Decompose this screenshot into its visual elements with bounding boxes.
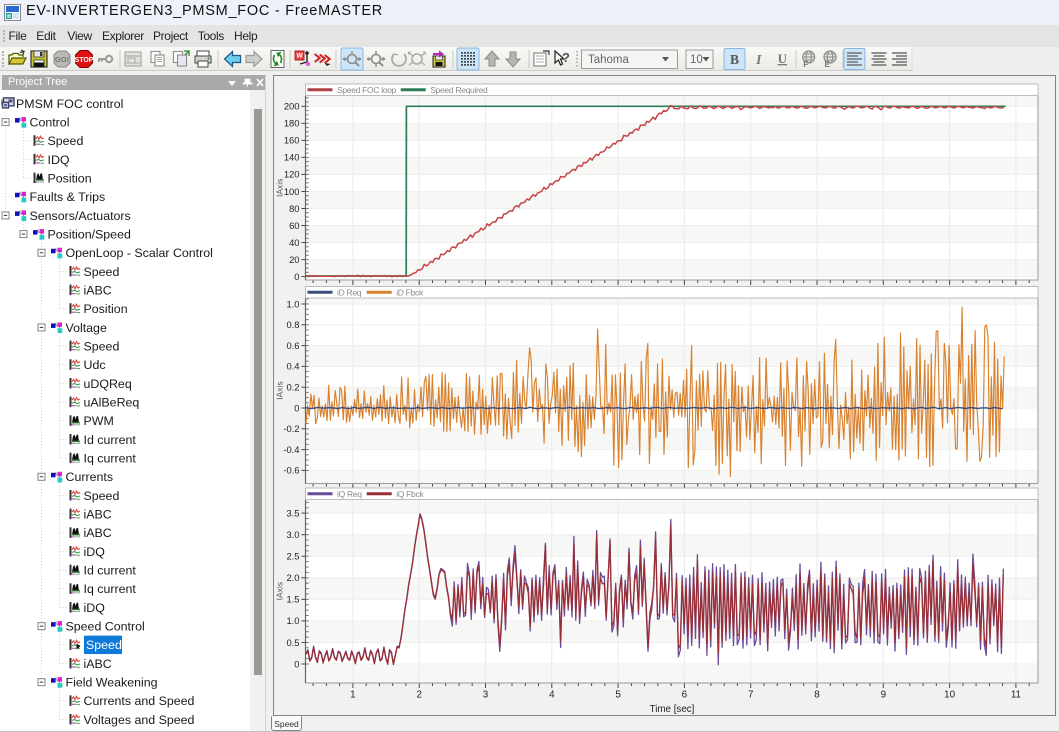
svg-text:Speed FOC loop: Speed FOC loop [337, 85, 397, 95]
svg-text:9: 9 [881, 690, 886, 701]
svg-text:iQ Req: iQ Req [337, 489, 362, 499]
svg-text:Speed Required: Speed Required [430, 85, 488, 95]
svg-text:iD Fbck: iD Fbck [396, 287, 424, 297]
svg-text:0.5: 0.5 [286, 637, 299, 648]
svg-text:120: 120 [284, 169, 300, 180]
svg-text:2.5: 2.5 [286, 551, 299, 562]
svg-text:2.0: 2.0 [286, 572, 299, 583]
svg-text:4: 4 [549, 690, 555, 701]
svg-text:3.0: 3.0 [286, 529, 299, 540]
svg-text:0: 0 [294, 271, 299, 282]
svg-text:IAxis: IAxis [275, 381, 285, 399]
svg-text:0.8: 0.8 [286, 319, 299, 330]
svg-text:1.5: 1.5 [286, 594, 299, 605]
svg-text:iQ Fbck: iQ Fbck [396, 489, 424, 499]
svg-text:140: 140 [284, 152, 300, 163]
svg-text:40: 40 [289, 237, 299, 248]
svg-text:-0.4: -0.4 [283, 444, 299, 455]
svg-text:11: 11 [1011, 690, 1021, 701]
svg-text:Time [sec]: Time [sec] [650, 704, 695, 715]
svg-text:200: 200 [284, 101, 300, 112]
svg-text:2: 2 [416, 690, 421, 701]
svg-text:6: 6 [682, 690, 688, 701]
svg-text:60: 60 [289, 220, 299, 231]
svg-text:3.5: 3.5 [286, 507, 299, 518]
svg-text:0: 0 [294, 658, 299, 669]
svg-text:5: 5 [615, 690, 621, 701]
svg-text:8: 8 [814, 690, 820, 701]
svg-text:IAxis: IAxis [275, 179, 285, 197]
svg-text:80: 80 [289, 203, 299, 214]
svg-text:iD Req: iD Req [337, 287, 362, 297]
svg-text:180: 180 [284, 118, 300, 129]
svg-text:-0.6: -0.6 [283, 465, 299, 476]
svg-text:20: 20 [289, 254, 299, 265]
svg-text:1.0: 1.0 [286, 298, 299, 309]
svg-text:100: 100 [284, 186, 300, 197]
svg-text:1.0: 1.0 [286, 615, 299, 626]
svg-text:1: 1 [350, 690, 355, 701]
svg-text:7: 7 [748, 690, 753, 701]
svg-text:3: 3 [483, 690, 489, 701]
svg-text:IAxis: IAxis [275, 582, 285, 600]
svg-text:0: 0 [294, 402, 299, 413]
svg-text:10: 10 [944, 690, 955, 701]
svg-text:-0.2: -0.2 [283, 423, 299, 434]
svg-text:0.4: 0.4 [286, 361, 299, 372]
svg-text:160: 160 [284, 135, 300, 146]
svg-text:0.2: 0.2 [286, 382, 299, 393]
svg-text:0.6: 0.6 [286, 340, 299, 351]
